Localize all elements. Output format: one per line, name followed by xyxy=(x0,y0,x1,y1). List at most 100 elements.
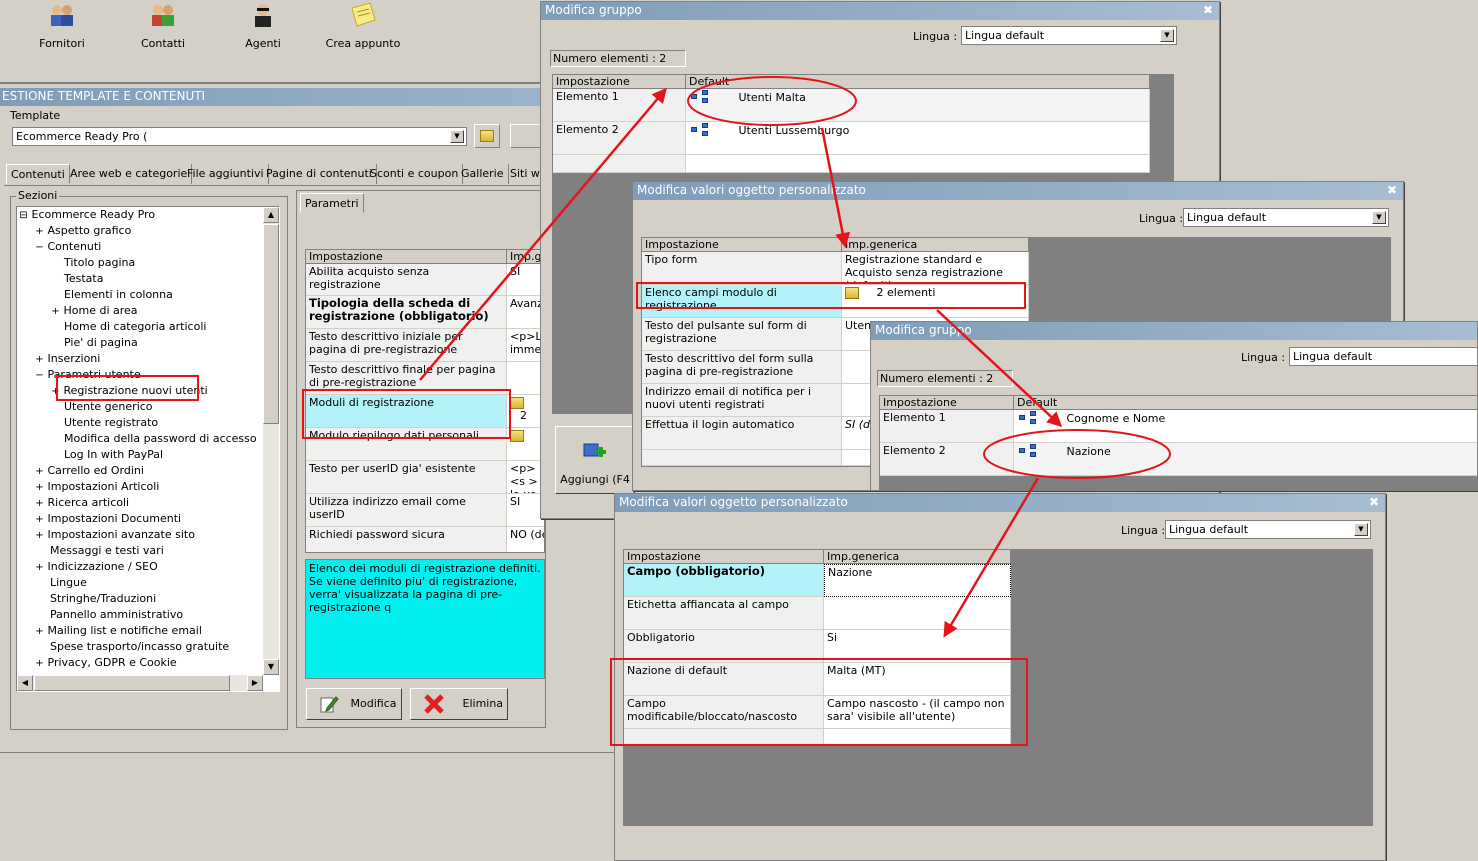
contacts-icon xyxy=(152,5,174,26)
tree-item[interactable]: Utente registrato xyxy=(64,415,158,431)
tree-item[interactable]: ⊟ Ecommerce Ready Pro xyxy=(19,207,155,223)
add-template-button[interactable] xyxy=(510,124,542,148)
elimina-button[interactable]: Elimina xyxy=(410,688,508,720)
grid-row-empty xyxy=(553,155,686,173)
lingua-select[interactable]: Lingua default ▼ xyxy=(961,26,1177,45)
grid-row-value[interactable]: Registrazione standard e Acquisto senza … xyxy=(842,252,1029,285)
group-grid[interactable]: Impostazione Default Elemento 1 Cognome … xyxy=(879,395,1477,490)
tree-item[interactable]: Messaggi e testi vari xyxy=(50,543,164,559)
grid-header: Imp.generica xyxy=(842,238,1029,252)
tab-parametri[interactable]: Parametri xyxy=(300,193,364,213)
toolbar-label: Crea appunto xyxy=(325,37,401,50)
scroll-down-icon[interactable]: ▼ xyxy=(263,659,279,675)
tree-group-icon xyxy=(689,90,711,106)
tree-item[interactable]: + Aspetto grafico xyxy=(35,223,131,239)
tree-item[interactable]: Titolo pagina xyxy=(64,255,135,271)
lingua-select[interactable]: Lingua default xyxy=(1289,347,1477,366)
annotation-box-nazione-default xyxy=(610,658,1028,746)
annotation-box-registrazione xyxy=(56,375,199,401)
chevron-down-icon[interactable]: ▼ xyxy=(1160,29,1174,42)
tree-item[interactable]: Testata xyxy=(64,271,103,287)
close-icon[interactable]: ✖ xyxy=(1369,495,1379,509)
grid-row-value[interactable] xyxy=(824,597,1011,630)
grid-row-value[interactable]: Utenti Lussemburgo xyxy=(686,122,1150,155)
toolbar-button-contatti[interactable]: Contatti xyxy=(123,2,203,52)
hscroll-thumb[interactable] xyxy=(34,675,230,691)
tree-group-icon xyxy=(1017,444,1039,460)
grid-header: Impostazione xyxy=(642,238,842,252)
scroll-left-icon[interactable]: ◀ xyxy=(17,675,33,691)
tree-item[interactable]: + Inserzioni xyxy=(35,351,100,367)
scroll-right-icon[interactable]: ▶ xyxy=(247,675,263,691)
close-icon[interactable]: ✖ xyxy=(1203,3,1213,17)
lingua-select[interactable]: Lingua default ▼ xyxy=(1183,208,1389,227)
tab-file-aggiuntivi[interactable]: File aggiuntivi xyxy=(183,164,269,184)
tree-item[interactable]: + Impostazioni Documenti xyxy=(35,511,181,527)
grid-row-label: Tipo form xyxy=(642,252,842,285)
tree-item[interactable]: Stringhe/Traduzioni xyxy=(50,591,156,607)
count-label: Numero elementi : 2 xyxy=(877,370,1013,387)
tree-item[interactable]: + Privacy, GDPR e Cookie xyxy=(35,655,176,671)
tree-item[interactable]: Utente generico xyxy=(64,399,153,415)
grid-row-value[interactable]: Utenti Malta xyxy=(686,89,1150,122)
tree-item[interactable]: Pannello amministrativo xyxy=(50,607,183,623)
template-select[interactable]: Ecommerce Ready Pro ( ▼ xyxy=(12,127,467,146)
tab-gallerie[interactable]: Gallerie xyxy=(457,164,509,184)
tree-item[interactable]: + Carrello ed Ordini xyxy=(35,463,144,479)
tab-pagine-contenuti[interactable]: Pagine di contenuti xyxy=(262,164,377,184)
tree-item[interactable]: + Indicizzazione / SEO xyxy=(35,559,157,575)
folder-icon[interactable] xyxy=(510,430,524,442)
close-icon[interactable]: ✖ xyxy=(1387,183,1397,197)
tree-item[interactable]: Home di categoria articoli xyxy=(64,319,206,335)
folder-icon[interactable] xyxy=(510,397,524,409)
tree-item[interactable]: Elementi in colonna xyxy=(64,287,173,303)
lingua-select[interactable]: Lingua default ▼ xyxy=(1165,520,1371,539)
chevron-down-icon[interactable]: ▼ xyxy=(450,130,464,143)
tree-item[interactable]: Spese trasporto/incasso gratuite xyxy=(50,639,229,655)
grid-row-value[interactable]: Cognome e Nome xyxy=(1014,410,1477,443)
scroll-thumb[interactable] xyxy=(263,224,279,424)
note-icon xyxy=(351,2,376,27)
grid-row-value[interactable]: Nazione xyxy=(1014,443,1477,476)
tab-sconti-coupon[interactable]: Sconti e coupon xyxy=(366,164,464,184)
sections-tree[interactable]: ⊟ Ecommerce Ready Pro + Aspetto grafico … xyxy=(16,206,280,692)
tree-group-icon xyxy=(689,123,711,139)
grid-header: Imp.generica xyxy=(824,550,1011,564)
grid-row-label: Utilizza indirizzo email come userID xyxy=(306,494,507,527)
count-label: Numero elementi : 2 xyxy=(550,50,686,67)
grid-row-label: Testo del pulsante sul form di registraz… xyxy=(642,318,842,351)
toolbar-button-fornitori[interactable]: Fornitori xyxy=(22,2,102,52)
tree-item[interactable]: + Impostazioni Articoli xyxy=(35,479,159,495)
tree-item[interactable]: Lingue xyxy=(50,575,87,591)
group-grid[interactable]: Impostazione Default Elemento 1 Utenti M… xyxy=(552,74,1174,174)
tree-item[interactable]: Log In with PayPal xyxy=(64,447,163,463)
chevron-down-icon[interactable]: ▼ xyxy=(1354,523,1368,536)
modifica-button[interactable]: Modifica xyxy=(306,688,402,720)
grid-row-value-text: Nazione xyxy=(1066,445,1111,458)
chevron-down-icon[interactable]: ▼ xyxy=(1372,211,1386,224)
grid-row-label-selected: Campo (obbligatorio) xyxy=(624,564,824,597)
tree-item[interactable]: + Ricerca articoli xyxy=(35,495,129,511)
template-label: Template xyxy=(10,109,61,122)
tree-item[interactable]: + Home di area xyxy=(51,303,137,319)
grid-row-label: Elemento 1 xyxy=(553,89,686,122)
tree-item[interactable]: + Mailing list e notifiche email xyxy=(35,623,202,639)
tree-item[interactable]: + Impostazioni avanzate sito xyxy=(35,527,195,543)
toolbar-button-agenti[interactable]: Agenti xyxy=(223,2,303,52)
toolbar-button-crea-appunto[interactable]: Crea appunto xyxy=(318,2,408,52)
tree-item[interactable]: − Contenuti xyxy=(35,239,101,255)
tree-hscrollbar[interactable]: ◀ ▶ xyxy=(17,675,263,691)
grid-row-value[interactable]: NO (default) xyxy=(507,527,544,552)
template-select-value: Ecommerce Ready Pro ( xyxy=(16,130,148,143)
tree-item[interactable]: Pie' di pagina xyxy=(64,335,138,351)
status-bar xyxy=(0,752,620,861)
grid-row-value-editing[interactable]: Nazione xyxy=(824,564,1011,597)
grid-row-label: Tipologia della scheda di registrazione … xyxy=(306,296,507,329)
tab-aree-web[interactable]: Aree web e categorie xyxy=(66,164,193,184)
tree-item[interactable]: Modifica della password di accesso xyxy=(64,431,257,447)
tree-vscrollbar[interactable]: ▲ ▼ xyxy=(263,207,279,675)
scroll-up-icon[interactable]: ▲ xyxy=(263,207,279,223)
open-folder-button[interactable] xyxy=(474,124,500,148)
tab-contenuti[interactable]: Contenuti xyxy=(6,164,70,184)
aggiungi-button[interactable]: Aggiungi (F4 xyxy=(555,426,635,494)
